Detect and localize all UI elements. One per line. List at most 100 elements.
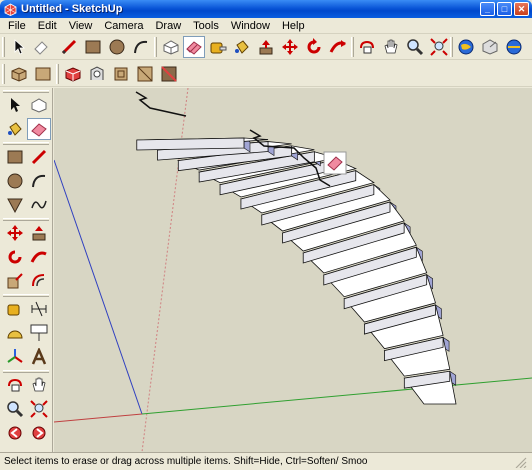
eraser-tool-button[interactable] [30,36,52,58]
palette-push-pull-button[interactable] [27,222,51,244]
menu-camera[interactable]: Camera [98,18,149,34]
circle-icon [109,39,125,55]
share-component-icon [506,39,522,55]
palette-polygon-button[interactable] [3,194,27,216]
tape-measure-button[interactable] [207,36,229,58]
rectangle-icon [85,40,101,54]
x-ray-button[interactable] [8,63,30,85]
palette-text-button[interactable] [27,322,51,344]
palette-next-button[interactable] [27,422,51,444]
menu-window[interactable]: Window [225,18,276,34]
rotate-icon [8,250,22,264]
hidden-line-button[interactable] [62,63,84,85]
menu-draw[interactable]: Draw [149,18,187,34]
toolbar-grip[interactable] [154,37,157,57]
circle-tool-button[interactable] [106,36,128,58]
rectangle-tool-button[interactable] [82,36,104,58]
follow-me-button[interactable] [327,36,349,58]
minimize-button[interactable]: _ [480,2,495,16]
orbit-tool-button[interactable] [356,36,378,58]
stair-steps[interactable] [136,137,457,405]
close-button[interactable]: ✕ [514,2,529,16]
status-bar: Select items to erase or drag across mul… [0,452,532,470]
palette-orbit-button[interactable] [3,374,27,396]
arc-tool-button[interactable] [130,36,152,58]
palette-rectangle-button[interactable] [3,146,27,168]
palette-grip[interactable] [3,370,49,373]
palette-grip[interactable] [3,142,49,145]
palette-tape-button[interactable] [3,298,27,320]
pan-tool-button[interactable] [380,36,402,58]
palette-component-button[interactable] [27,94,51,116]
rectangle-icon [7,150,23,164]
menu-view[interactable]: View [63,18,99,34]
text-icon [30,324,48,341]
shaded-textures-button[interactable] [110,63,132,85]
palette-follow-me-button[interactable] [27,246,51,268]
palette-axes-button[interactable] [3,346,27,368]
eraser-active-button[interactable] [183,36,205,58]
share-component-button[interactable] [503,36,525,58]
shaded-textures-icon [114,67,128,81]
follow-me-icon [30,251,47,263]
toolbar-grip[interactable] [56,64,59,84]
palette-protractor-button[interactable] [3,322,27,344]
palette-scale-button[interactable] [3,270,27,292]
toolbar-grip[interactable] [450,37,453,57]
select-tool-button[interactable] [8,36,30,58]
palette-circle-button[interactable] [3,170,27,192]
palette-dimension-button[interactable] [27,298,51,320]
menu-tools[interactable]: Tools [187,18,225,34]
circle-icon [7,173,23,189]
palette-3d-text-button[interactable] [27,346,51,368]
palette-line-button[interactable] [27,146,51,168]
palette-grip[interactable] [3,90,49,93]
zoom-tool-button[interactable] [404,36,426,58]
staircase-model[interactable] [54,88,532,452]
palette-rotate-button[interactable] [3,246,27,268]
blue-axis [54,159,143,415]
resize-grip-icon[interactable] [514,456,528,468]
wireframe-button[interactable] [32,63,54,85]
toolbar-grip[interactable] [2,64,5,84]
palette-grip[interactable] [3,294,49,297]
toolbar-grip[interactable] [351,37,354,57]
wireframe-icon [35,67,51,81]
move-tool-button[interactable] [279,36,301,58]
make-component-button[interactable] [160,36,182,58]
palette-previous-button[interactable] [3,422,27,444]
step-riser [136,137,245,151]
shaded-button[interactable] [86,63,108,85]
palette-move-button[interactable] [3,222,27,244]
menu-help[interactable]: Help [276,18,311,34]
model-viewport[interactable] [54,88,532,452]
palette-arc-button[interactable] [27,170,51,192]
push-pull-button[interactable] [255,36,277,58]
share-model-button[interactable] [479,36,501,58]
menu-file[interactable]: File [2,18,32,34]
rotate-tool-button[interactable] [303,36,325,58]
push-pull-icon [259,40,273,55]
paint-bucket-button[interactable] [231,36,253,58]
palette-grip[interactable] [3,218,49,221]
palette-pan-button[interactable] [27,374,51,396]
line-tool-button[interactable] [58,36,80,58]
palette-select-button[interactable] [3,94,27,116]
palette-zoom-button[interactable] [3,398,27,420]
palette-paint-button[interactable] [3,118,27,140]
palette-eraser-button[interactable] [27,118,51,140]
toolbar-grip[interactable] [2,37,5,57]
axes-icon [7,349,23,363]
get-models-button[interactable] [455,36,477,58]
menu-edit[interactable]: Edit [32,18,63,34]
zoom-extents-button[interactable] [428,36,450,58]
maximize-button[interactable]: □ [497,2,512,16]
line-icon [31,149,47,165]
freehand-icon [31,200,47,209]
palette-zoom-window-button[interactable] [27,398,51,420]
palette-freehand-button[interactable] [27,194,51,216]
monochrome-button[interactable] [134,63,156,85]
palette-offset-button[interactable] [27,270,51,292]
rotate-icon [307,38,321,54]
iso-view-button[interactable] [158,63,180,85]
